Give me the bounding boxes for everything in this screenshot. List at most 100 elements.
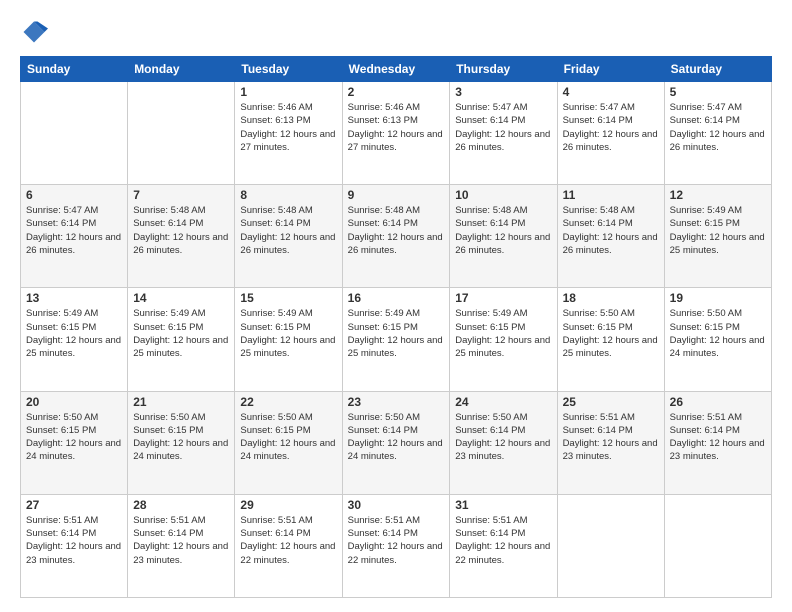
day-info: Sunrise: 5:51 AM Sunset: 6:14 PM Dayligh… <box>348 514 445 567</box>
calendar-cell: 28 Sunrise: 5:51 AM Sunset: 6:14 PM Dayli… <box>128 494 235 597</box>
page: SundayMondayTuesdayWednesdayThursdayFrid… <box>0 0 792 612</box>
day-number: 28 <box>133 498 229 512</box>
calendar-cell: 27 Sunrise: 5:51 AM Sunset: 6:14 PM Dayli… <box>21 494 128 597</box>
day-info: Sunrise: 5:46 AM Sunset: 6:13 PM Dayligh… <box>240 101 336 154</box>
calendar-cell: 17 Sunrise: 5:49 AM Sunset: 6:15 PM Dayli… <box>450 288 557 391</box>
day-info: Sunrise: 5:48 AM Sunset: 6:14 PM Dayligh… <box>133 204 229 257</box>
weekday-header-wednesday: Wednesday <box>342 57 450 82</box>
weekday-header-saturday: Saturday <box>664 57 771 82</box>
calendar-cell <box>664 494 771 597</box>
weekday-header-friday: Friday <box>557 57 664 82</box>
calendar-cell: 24Sunrise: 5:50 AM Sunset: 6:14 PM Dayli… <box>450 391 557 494</box>
day-number: 7 <box>133 188 229 202</box>
day-number: 31 <box>455 498 551 512</box>
calendar: SundayMondayTuesdayWednesdayThursdayFrid… <box>20 56 772 598</box>
calendar-cell: 3 Sunrise: 5:47 AM Sunset: 6:14 PM Daylig… <box>450 82 557 185</box>
day-info: Sunrise: 5:47 AM Sunset: 6:14 PM Dayligh… <box>563 101 659 154</box>
calendar-cell: 10Sunrise: 5:48 AM Sunset: 6:14 PM Dayli… <box>450 185 557 288</box>
day-number: 26 <box>670 395 766 409</box>
day-info: Sunrise: 5:49 AM Sunset: 6:15 PM Dayligh… <box>670 204 766 257</box>
calendar-cell <box>557 494 664 597</box>
calendar-cell <box>21 82 128 185</box>
day-info: Sunrise: 5:49 AM Sunset: 6:15 PM Dayligh… <box>455 307 551 360</box>
day-info: Sunrise: 5:50 AM Sunset: 6:15 PM Dayligh… <box>240 411 336 464</box>
day-info: Sunrise: 5:51 AM Sunset: 6:14 PM Dayligh… <box>455 514 551 567</box>
day-number: 30 <box>348 498 445 512</box>
day-info: Sunrise: 5:51 AM Sunset: 6:14 PM Dayligh… <box>133 514 229 567</box>
day-info: Sunrise: 5:49 AM Sunset: 6:15 PM Dayligh… <box>240 307 336 360</box>
day-number: 24 <box>455 395 551 409</box>
calendar-cell: 20 Sunrise: 5:50 AM Sunset: 6:15 PM Dayli… <box>21 391 128 494</box>
day-number: 5 <box>670 85 766 99</box>
day-number: 3 <box>455 85 551 99</box>
calendar-cell: 13Sunrise: 5:49 AM Sunset: 6:15 PM Dayli… <box>21 288 128 391</box>
day-number: 10 <box>455 188 551 202</box>
calendar-cell: 9 Sunrise: 5:48 AM Sunset: 6:14 PM Daylig… <box>342 185 450 288</box>
calendar-cell: 7 Sunrise: 5:48 AM Sunset: 6:14 PM Daylig… <box>128 185 235 288</box>
day-info: Sunrise: 5:50 AM Sunset: 6:15 PM Dayligh… <box>563 307 659 360</box>
day-info: Sunrise: 5:46 AM Sunset: 6:13 PM Dayligh… <box>348 101 445 154</box>
day-number: 19 <box>670 291 766 305</box>
day-info: Sunrise: 5:49 AM Sunset: 6:15 PM Dayligh… <box>348 307 445 360</box>
day-number: 8 <box>240 188 336 202</box>
calendar-cell: 18 Sunrise: 5:50 AM Sunset: 6:15 PM Dayli… <box>557 288 664 391</box>
day-number: 16 <box>348 291 445 305</box>
day-info: Sunrise: 5:47 AM Sunset: 6:14 PM Dayligh… <box>670 101 766 154</box>
calendar-cell: 5 Sunrise: 5:47 AM Sunset: 6:14 PM Daylig… <box>664 82 771 185</box>
week-row-3: 13Sunrise: 5:49 AM Sunset: 6:15 PM Dayli… <box>21 288 772 391</box>
weekday-header-monday: Monday <box>128 57 235 82</box>
header <box>20 18 772 46</box>
calendar-cell: 8 Sunrise: 5:48 AM Sunset: 6:14 PM Daylig… <box>235 185 342 288</box>
day-number: 12 <box>670 188 766 202</box>
calendar-cell: 1 Sunrise: 5:46 AM Sunset: 6:13 PM Daylig… <box>235 82 342 185</box>
week-row-4: 20 Sunrise: 5:50 AM Sunset: 6:15 PM Dayli… <box>21 391 772 494</box>
day-info: Sunrise: 5:49 AM Sunset: 6:15 PM Dayligh… <box>26 307 122 360</box>
day-info: Sunrise: 5:50 AM Sunset: 6:15 PM Dayligh… <box>670 307 766 360</box>
calendar-cell: 29Sunrise: 5:51 AM Sunset: 6:14 PM Dayli… <box>235 494 342 597</box>
day-number: 23 <box>348 395 445 409</box>
day-info: Sunrise: 5:48 AM Sunset: 6:14 PM Dayligh… <box>348 204 445 257</box>
day-number: 1 <box>240 85 336 99</box>
day-info: Sunrise: 5:48 AM Sunset: 6:14 PM Dayligh… <box>563 204 659 257</box>
day-number: 20 <box>26 395 122 409</box>
weekday-header-row: SundayMondayTuesdayWednesdayThursdayFrid… <box>21 57 772 82</box>
calendar-cell: 19 Sunrise: 5:50 AM Sunset: 6:15 PM Dayli… <box>664 288 771 391</box>
day-number: 2 <box>348 85 445 99</box>
day-number: 25 <box>563 395 659 409</box>
day-info: Sunrise: 5:50 AM Sunset: 6:14 PM Dayligh… <box>348 411 445 464</box>
day-number: 27 <box>26 498 122 512</box>
logo <box>20 18 52 46</box>
calendar-cell: 4 Sunrise: 5:47 AM Sunset: 6:14 PM Daylig… <box>557 82 664 185</box>
calendar-cell: 6Sunrise: 5:47 AM Sunset: 6:14 PM Daylig… <box>21 185 128 288</box>
day-info: Sunrise: 5:50 AM Sunset: 6:15 PM Dayligh… <box>26 411 122 464</box>
day-number: 15 <box>240 291 336 305</box>
day-number: 6 <box>26 188 122 202</box>
day-number: 17 <box>455 291 551 305</box>
calendar-cell: 2 Sunrise: 5:46 AM Sunset: 6:13 PM Daylig… <box>342 82 450 185</box>
calendar-cell: 23 Sunrise: 5:50 AM Sunset: 6:14 PM Dayli… <box>342 391 450 494</box>
calendar-cell: 21Sunrise: 5:50 AM Sunset: 6:15 PM Dayli… <box>128 391 235 494</box>
calendar-cell: 31 Sunrise: 5:51 AM Sunset: 6:14 PM Dayli… <box>450 494 557 597</box>
calendar-cell: 14 Sunrise: 5:49 AM Sunset: 6:15 PM Dayli… <box>128 288 235 391</box>
weekday-header-thursday: Thursday <box>450 57 557 82</box>
day-info: Sunrise: 5:48 AM Sunset: 6:14 PM Dayligh… <box>240 204 336 257</box>
day-number: 22 <box>240 395 336 409</box>
day-info: Sunrise: 5:51 AM Sunset: 6:14 PM Dayligh… <box>240 514 336 567</box>
day-info: Sunrise: 5:50 AM Sunset: 6:15 PM Dayligh… <box>133 411 229 464</box>
day-number: 18 <box>563 291 659 305</box>
day-number: 4 <box>563 85 659 99</box>
day-number: 14 <box>133 291 229 305</box>
weekday-header-tuesday: Tuesday <box>235 57 342 82</box>
calendar-cell: 11Sunrise: 5:48 AM Sunset: 6:14 PM Dayli… <box>557 185 664 288</box>
day-info: Sunrise: 5:49 AM Sunset: 6:15 PM Dayligh… <box>133 307 229 360</box>
day-number: 9 <box>348 188 445 202</box>
calendar-cell: 15 Sunrise: 5:49 AM Sunset: 6:15 PM Dayli… <box>235 288 342 391</box>
weekday-header-sunday: Sunday <box>21 57 128 82</box>
calendar-cell: 22 Sunrise: 5:50 AM Sunset: 6:15 PM Dayli… <box>235 391 342 494</box>
calendar-cell: 30 Sunrise: 5:51 AM Sunset: 6:14 PM Dayli… <box>342 494 450 597</box>
calendar-cell: 12 Sunrise: 5:49 AM Sunset: 6:15 PM Dayli… <box>664 185 771 288</box>
day-info: Sunrise: 5:51 AM Sunset: 6:14 PM Dayligh… <box>26 514 122 567</box>
calendar-cell <box>128 82 235 185</box>
logo-icon <box>20 18 48 46</box>
day-info: Sunrise: 5:47 AM Sunset: 6:14 PM Dayligh… <box>455 101 551 154</box>
